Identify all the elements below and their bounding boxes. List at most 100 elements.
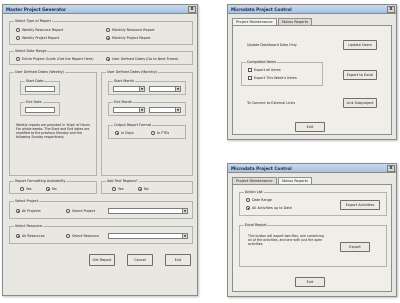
connect-text: To Connect to External Links <box>247 101 296 105</box>
export-week-checkbox[interactable] <box>248 76 252 80</box>
entire-project-radio[interactable] <box>16 57 20 61</box>
control2-title: Microdata Project Control <box>231 165 292 171</box>
update-text: Update Dashboard Data Only <box>247 43 297 47</box>
start-date-label: Start Date <box>25 79 45 83</box>
completed-items-caption: Completed Items <box>246 60 278 64</box>
control1-tabs: Project Maintenance Status Reports <box>232 18 313 25</box>
control2-titlebar: Microdata Project Control x <box>228 164 396 173</box>
tab-status-reports[interactable]: Status Reports <box>277 177 312 184</box>
excel-report-group: Excel Report This button will export two… <box>239 223 387 267</box>
chevron-down-icon[interactable]: ▼ <box>139 108 144 112</box>
format-days-label: In Days <box>121 131 134 135</box>
date-range-group: Select Date Range Entire Project Guide (… <box>9 49 193 65</box>
end-date-box: End Date <box>20 100 60 116</box>
export-week-label: Export This Week's Items <box>254 76 297 80</box>
monthly-project-radio[interactable] <box>106 36 110 40</box>
master-project-generator-window: Master Project Generator x Select Type o… <box>2 4 198 296</box>
all-resources-radio[interactable] <box>16 234 20 238</box>
weekly-dates-group: User Defined Dates (Weekly) Start Date E… <box>9 70 97 176</box>
exit-button[interactable]: Exit <box>165 254 191 266</box>
select-project-group: Select Project All Projects Select Proje… <box>9 199 193 219</box>
monthly-resource-label: Monthly Resource Report <box>112 28 155 32</box>
chevron-down-icon[interactable]: ▼ <box>182 234 187 238</box>
tab-project-maintenance[interactable]: Project Maintenance <box>232 18 277 25</box>
weekly-project-radio[interactable] <box>16 36 20 40</box>
chevron-down-icon[interactable]: ▼ <box>175 108 180 112</box>
text-regions-yes-radio[interactable] <box>112 187 116 191</box>
control1-exit-button[interactable]: Exit <box>295 122 325 132</box>
text-regions-group: Add Text Regions? Yes No <box>101 179 193 194</box>
control1-titlebar: Microdata Project Control x <box>228 5 396 14</box>
end-year-select[interactable]: ▼ <box>149 107 181 113</box>
end-month-label: End Month <box>113 100 134 104</box>
select-project-radio[interactable] <box>66 209 70 213</box>
link-subproject-button[interactable]: Link Subproject <box>343 98 377 108</box>
generator-titlebar: Master Project Generator x <box>3 5 197 14</box>
weekly-project-label: Weekly Project Report <box>22 36 60 40</box>
format-days-radio[interactable] <box>115 131 119 135</box>
formatting-yes-radio[interactable] <box>20 187 24 191</box>
control1-close-icon[interactable]: x <box>387 5 395 13</box>
chevron-down-icon[interactable]: ▼ <box>139 87 144 91</box>
select-resource-radio[interactable] <box>66 234 70 238</box>
generator-close-icon[interactable]: x <box>188 5 196 13</box>
excel-report-caption: Excel Report <box>244 223 268 227</box>
user-defined-radio[interactable] <box>106 57 110 61</box>
weekly-note: Weekly reports are provided in 'blips' o… <box>16 123 91 140</box>
format-ftes-radio[interactable] <box>151 131 155 135</box>
date-range-caption: Select Date Range <box>14 49 48 53</box>
chevron-down-icon[interactable]: ▼ <box>182 209 187 213</box>
monthly-dates-caption: User Defined Dates (Monthly) <box>106 70 159 74</box>
generator-title: Master Project Generator <box>6 6 67 12</box>
project-select[interactable]: ▼ <box>108 208 188 214</box>
entire-project-label: Entire Project Guide (Get the Report Her… <box>22 57 94 61</box>
date-range-label: Date Range <box>252 198 272 202</box>
start-month-box: Start Month ▼ ▼ <box>108 79 186 95</box>
tab-project-maintenance[interactable]: Project Maintenance <box>232 177 277 184</box>
start-date-input[interactable] <box>25 86 55 92</box>
report-type-group: Select Type of Report Weekly Resource Re… <box>9 19 193 45</box>
select-project-label: Select Project <box>72 209 96 213</box>
all-resources-label: All Resources <box>22 234 45 238</box>
text-regions-no-radio[interactable] <box>138 187 142 191</box>
control2-tabs: Project Maintenance Status Reports <box>232 177 313 184</box>
control2-exit-button[interactable]: Exit <box>295 277 325 287</box>
end-month-select[interactable]: ▼ <box>113 107 145 113</box>
select-resource-group: Select Resource All Resources Select Res… <box>9 224 193 244</box>
output-format-box: Output Report Format In Days In FTEs <box>108 123 186 139</box>
project-control-window-maintenance: Microdata Project Control x Project Main… <box>227 4 397 140</box>
select-resource-label: Select Resource <box>72 234 100 238</box>
formatting-no-radio[interactable] <box>46 187 50 191</box>
control2-close-icon[interactable]: x <box>387 164 395 172</box>
weekly-resource-radio[interactable] <box>16 28 20 32</box>
export-all-label: Export all Items <box>254 68 281 72</box>
all-projects-radio[interactable] <box>16 209 20 213</box>
formatting-no-label: No <box>52 187 57 191</box>
maintenance-panel: Update Dashboard Data Only Update Users … <box>232 25 392 135</box>
start-date-box: Start Date <box>20 79 60 95</box>
text-regions-no-label: No <box>144 187 149 191</box>
tab-status-reports[interactable]: Status Reports <box>277 18 312 25</box>
start-year-select[interactable]: ▼ <box>149 86 181 92</box>
export-activities-button[interactable]: Export Activities <box>340 200 380 210</box>
export-to-excel-button[interactable]: Export to Excel <box>343 70 377 80</box>
update-users-button[interactable]: Update Users <box>343 40 377 50</box>
end-date-input[interactable] <box>25 107 55 113</box>
get-report-button[interactable]: Get Report <box>89 254 115 266</box>
all-projects-label: All Projects <box>22 209 41 213</box>
formatting-yes-label: Yes <box>26 187 32 191</box>
all-activities-radio[interactable] <box>246 206 250 210</box>
start-month-select[interactable]: ▼ <box>113 86 145 92</box>
resource-select[interactable]: ▼ <box>108 233 188 239</box>
monthly-resource-radio[interactable] <box>106 28 110 32</box>
select-resource-caption: Select Resource <box>14 224 44 228</box>
export-button[interactable]: Export <box>340 242 370 252</box>
user-defined-label: User Defined Dates (Go to Next Frame) <box>112 57 179 61</box>
formatting-caption: Report Formatting Availability <box>14 179 67 183</box>
output-format-caption: Output Report Format <box>113 123 153 127</box>
monthly-dates-group: User Defined Dates (Monthly) Start Month… <box>101 70 193 176</box>
date-range-radio[interactable] <box>246 198 250 202</box>
chevron-down-icon[interactable]: ▼ <box>175 87 180 91</box>
export-all-checkbox[interactable] <box>248 68 252 72</box>
cancel-button[interactable]: Cancel <box>127 254 153 266</box>
